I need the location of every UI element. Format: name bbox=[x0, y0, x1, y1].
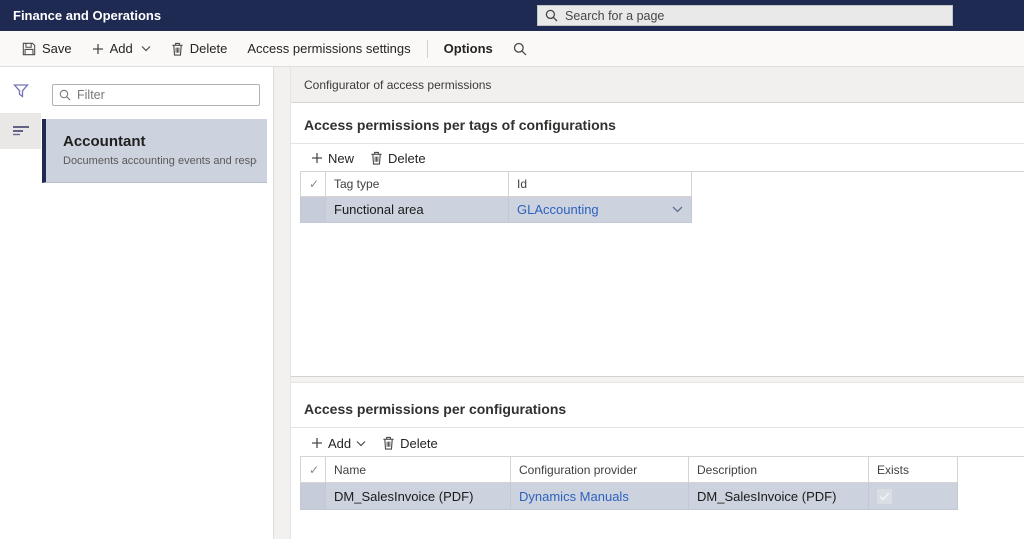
delete-button[interactable]: Delete bbox=[161, 31, 238, 67]
id-lookup-link[interactable]: GLAccounting bbox=[517, 202, 599, 217]
configuration-provider-link[interactable]: Dynamics Manuals bbox=[519, 489, 629, 504]
list-filter-input[interactable] bbox=[77, 88, 253, 102]
list-item-title: Accountant bbox=[63, 133, 146, 150]
dropdown-chevron-icon[interactable] bbox=[672, 206, 683, 213]
check-icon bbox=[879, 491, 890, 501]
list-pane-button[interactable] bbox=[0, 113, 41, 149]
row-select-cell[interactable] bbox=[300, 482, 326, 510]
page-search-input[interactable] bbox=[565, 8, 945, 23]
list-item-description: Documents accounting events and respo... bbox=[63, 155, 257, 167]
column-header-description[interactable]: Description bbox=[688, 456, 869, 483]
new-button[interactable]: New bbox=[303, 145, 362, 171]
section-divider bbox=[291, 427, 1024, 428]
page-title-bar: Configurator of access permissions bbox=[291, 67, 1024, 103]
column-header-id[interactable]: Id bbox=[508, 171, 692, 197]
row-select-cell[interactable] bbox=[300, 196, 326, 223]
column-header-name[interactable]: Name bbox=[325, 456, 511, 483]
add-button[interactable]: Add bbox=[82, 31, 161, 67]
list-item-accountant[interactable]: Accountant Documents accounting events a… bbox=[42, 119, 267, 183]
page-title: Configurator of access permissions bbox=[304, 78, 492, 92]
chevron-down-icon bbox=[356, 440, 366, 447]
column-header-configuration-provider[interactable]: Configuration provider bbox=[510, 456, 689, 483]
plus-icon bbox=[311, 437, 323, 449]
main-content: Configurator of access permissions Acces… bbox=[291, 67, 1024, 539]
delete-button-label: Delete bbox=[388, 150, 426, 166]
table-row[interactable]: DM_SalesInvoice (PDF) Dynamics Manuals D… bbox=[300, 482, 958, 510]
filter-pane-button[interactable] bbox=[0, 73, 41, 109]
save-icon bbox=[22, 42, 36, 56]
configuration-provider-cell[interactable]: Dynamics Manuals bbox=[510, 482, 689, 510]
list-lines-icon bbox=[12, 125, 30, 137]
section-actions: Add Delete bbox=[303, 430, 446, 456]
exists-cell[interactable] bbox=[868, 482, 958, 510]
options-menu-button[interactable]: Options bbox=[434, 31, 503, 67]
configurations-grid: ✓ Name Configuration provider Descriptio… bbox=[300, 456, 958, 510]
trash-icon bbox=[382, 436, 395, 450]
funnel-icon bbox=[12, 83, 29, 99]
section-title: Access permissions per tags of configura… bbox=[304, 117, 616, 133]
tags-grid: ✓ Tag type Id Functional area GLAccounti… bbox=[300, 171, 692, 223]
delete-button-label: Delete bbox=[189, 41, 228, 56]
grid-top-hairline bbox=[956, 456, 1024, 457]
delete-button[interactable]: Delete bbox=[362, 145, 434, 171]
description-cell[interactable]: DM_SalesInvoice (PDF) bbox=[688, 482, 869, 510]
section-actions: New Delete bbox=[303, 145, 434, 171]
trash-icon bbox=[370, 151, 383, 165]
trash-icon bbox=[171, 42, 184, 56]
tag-type-cell[interactable]: Functional area bbox=[325, 196, 509, 223]
toolbar-separator bbox=[426, 39, 428, 58]
select-all-column-header[interactable]: ✓ bbox=[300, 456, 326, 483]
section-divider bbox=[291, 143, 1024, 144]
toolbar-search-button[interactable] bbox=[503, 31, 537, 67]
save-button[interactable]: Save bbox=[12, 31, 82, 67]
search-icon bbox=[513, 42, 527, 56]
action-toolbar: Save Add Delete Access permissions setti… bbox=[0, 31, 1024, 67]
name-cell[interactable]: DM_SalesInvoice (PDF) bbox=[325, 482, 511, 510]
exists-checkbox bbox=[877, 488, 892, 504]
list-filter-box[interactable] bbox=[52, 84, 260, 106]
record-list-panel: Accountant Documents accounting events a… bbox=[41, 67, 273, 539]
search-icon bbox=[545, 9, 558, 22]
add-button-label: Add bbox=[109, 41, 133, 56]
delete-button[interactable]: Delete bbox=[374, 430, 446, 456]
section-tags-of-configurations: Access permissions per tags of configura… bbox=[291, 103, 1024, 377]
check-icon: ✓ bbox=[309, 177, 320, 191]
access-permissions-settings-button[interactable]: Access permissions settings bbox=[237, 31, 420, 67]
app-title: Finance and Operations bbox=[13, 8, 162, 23]
table-row[interactable]: Functional area GLAccounting bbox=[300, 196, 692, 223]
new-button-label: New bbox=[328, 150, 355, 166]
options-menu-label: Options bbox=[443, 41, 493, 56]
delete-button-label: Delete bbox=[400, 435, 438, 451]
check-icon: ✓ bbox=[309, 462, 320, 477]
add-button-label: Add bbox=[328, 435, 352, 451]
page-search-box[interactable] bbox=[537, 5, 953, 26]
section-title: Access permissions per configurations bbox=[304, 401, 567, 417]
plus-icon bbox=[311, 152, 323, 164]
column-header-tag-type[interactable]: Tag type bbox=[325, 171, 509, 197]
plus-icon bbox=[92, 43, 104, 55]
save-button-label: Save bbox=[42, 41, 72, 56]
chevron-down-icon bbox=[141, 45, 151, 52]
select-all-column-header[interactable]: ✓ bbox=[300, 171, 326, 197]
grid-top-hairline bbox=[690, 171, 1024, 172]
id-cell[interactable]: GLAccounting bbox=[508, 196, 692, 223]
add-button[interactable]: Add bbox=[303, 430, 374, 456]
search-icon bbox=[59, 89, 71, 101]
app-frame: Finance and Operations Save Add bbox=[0, 0, 1024, 539]
column-header-exists[interactable]: Exists bbox=[868, 456, 958, 483]
left-icon-rail bbox=[0, 67, 41, 539]
top-navigation-bar: Finance and Operations bbox=[0, 0, 1024, 31]
access-permissions-settings-label: Access permissions settings bbox=[247, 41, 411, 56]
panel-splitter[interactable] bbox=[273, 67, 291, 539]
section-per-configurations: Access permissions per configurations Ad… bbox=[291, 383, 1024, 539]
